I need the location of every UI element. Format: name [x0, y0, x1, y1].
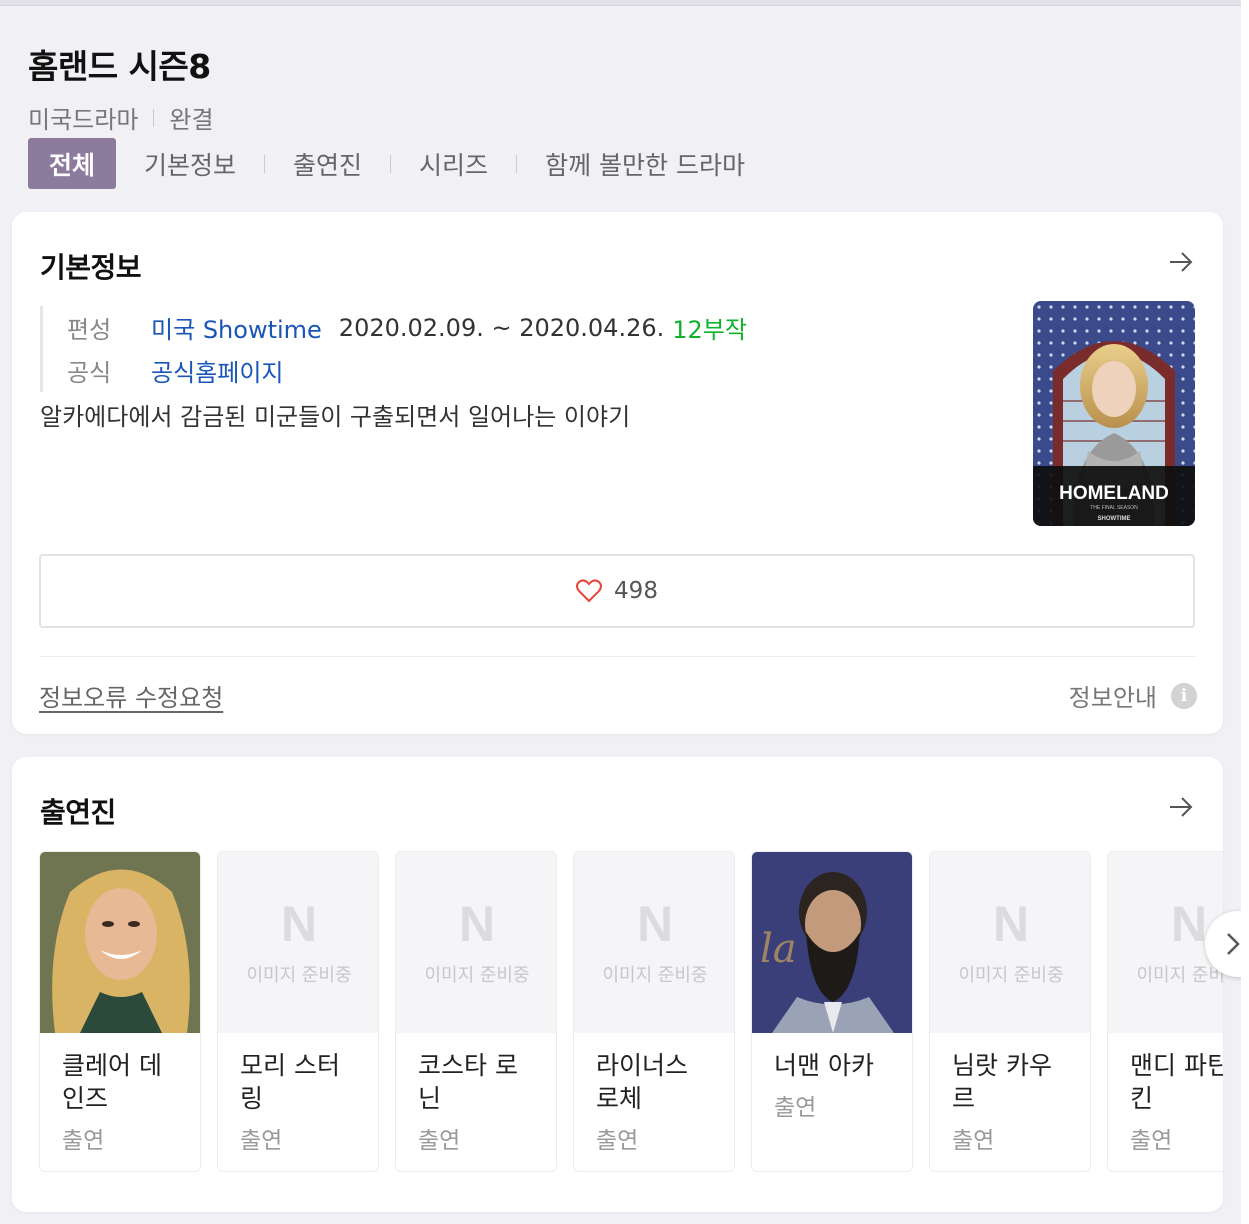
- tab-bar: 전체 기본정보 출연진 시리즈 함께 볼만한 드라마: [28, 138, 745, 189]
- tab-related-dramas[interactable]: 함께 볼만한 드라마: [545, 138, 745, 189]
- cast-member[interactable]: N 이미지 준비중 코스타 로닌 출연: [395, 851, 557, 1172]
- image-placeholder: N 이미지 준비중: [218, 852, 378, 1033]
- official-row: 공식 공식홈페이지: [67, 349, 747, 392]
- cast-name: 너맨 아카: [774, 1051, 874, 1080]
- cast-list: 클레어 데인즈 출연 N 이미지 준비중 모리 스터링 출연 N 이미지 준비중…: [39, 851, 1223, 1172]
- cast-role: 출연: [774, 1095, 817, 1121]
- cast-member[interactable]: N 이미지 준비중 맨디 파틴킨 출연: [1107, 851, 1223, 1172]
- image-placeholder: N 이미지 준비중: [930, 852, 1090, 1033]
- info-icon: i: [1171, 682, 1197, 709]
- naver-logo-icon: N: [636, 895, 674, 952]
- divider: [39, 656, 1195, 657]
- basic-info-title: 기본정보: [40, 251, 142, 284]
- page-title: 홈랜드 시즌8: [28, 47, 211, 86]
- arrow-right-icon[interactable]: [1167, 248, 1195, 276]
- homepage-link[interactable]: 공식홈페이지: [151, 353, 283, 388]
- tab-divider: [390, 154, 392, 173]
- poster-tagline: THE FINAL SEASON: [1090, 505, 1138, 511]
- svg-text:la: la: [760, 926, 797, 972]
- cast-name: 맨디 파틴킨: [1130, 1051, 1223, 1113]
- page-header: 홈랜드 시즌8 미국드라마 완결: [28, 40, 214, 135]
- placeholder-text: 이미지 준비중: [958, 964, 1064, 986]
- placeholder-text: 이미지 준비중: [246, 964, 352, 986]
- placeholder-text: 이미지 준비중: [602, 964, 708, 986]
- naver-logo-icon: N: [280, 895, 318, 952]
- cast-member[interactable]: 클레어 데인즈 출연: [39, 851, 201, 1172]
- tab-series[interactable]: 시리즈: [419, 138, 488, 189]
- cast-card: 출연진 클레어 데인즈 출연 N 이미지 준비중 모리 스터링 출연 N 이미지…: [12, 757, 1223, 1212]
- basic-info-card: 기본정보 편성 미국 Showtime 2020.02.09. ~ 2020.0…: [12, 212, 1223, 734]
- info-guide-label: 정보안내: [1068, 684, 1157, 712]
- broadcast-info: 편성 미국 Showtime 2020.02.09. ~ 2020.04.26.…: [40, 306, 747, 392]
- tab-divider: [264, 154, 266, 173]
- naver-logo-icon: N: [992, 895, 1030, 952]
- genre-label: 미국드라마: [28, 106, 139, 134]
- divider: [153, 108, 155, 127]
- poster-network: SHOWTIME: [1098, 516, 1131, 522]
- broadcast-period: 2020.02.09. ~ 2020.04.26.: [338, 313, 665, 342]
- like-button[interactable]: 498: [39, 554, 1195, 628]
- channel-link[interactable]: 미국 Showtime: [151, 310, 322, 345]
- cast-title: 출연진: [40, 796, 116, 829]
- naver-logo-icon: N: [1170, 895, 1208, 952]
- heart-icon: [576, 579, 603, 603]
- placeholder-text: 이미지 준비중: [1136, 964, 1223, 986]
- cast-member[interactable]: la 너맨 아카 출연: [751, 851, 913, 1172]
- image-placeholder: N 이미지 준비중: [574, 852, 734, 1033]
- cast-role: 출연: [62, 1128, 105, 1154]
- page-edge: [1241, 0, 1249, 1224]
- episode-count: 12부작: [672, 316, 747, 344]
- tab-divider: [516, 154, 518, 173]
- poster-logo: HOMELAND: [1059, 483, 1169, 504]
- actor-photo: [40, 852, 200, 1033]
- cast-name: 모리 스터링: [240, 1051, 340, 1113]
- cast-name: 라이너스 로체: [596, 1051, 689, 1113]
- poster-art: HOMELAND THE FINAL SEASON SHOWTIME: [1033, 301, 1195, 526]
- cast-role: 출연: [952, 1128, 995, 1154]
- tab-cast[interactable]: 출연진: [293, 138, 362, 189]
- cast-name: 님랏 카우르: [952, 1051, 1052, 1113]
- tab-basic-info[interactable]: 기본정보: [144, 138, 236, 189]
- cast-member[interactable]: N 이미지 준비중 님랏 카우르 출연: [929, 851, 1091, 1172]
- cast-role: 출연: [1130, 1128, 1173, 1154]
- cast-role: 출연: [418, 1128, 461, 1154]
- placeholder-text: 이미지 준비중: [424, 964, 530, 986]
- tab-all[interactable]: 전체: [28, 138, 117, 189]
- cast-member[interactable]: N 이미지 준비중 라이너스 로체 출연: [573, 851, 735, 1172]
- status-label: 완결: [169, 106, 214, 134]
- report-error-link[interactable]: 정보오류 수정요청: [39, 678, 223, 713]
- cast-member[interactable]: N 이미지 준비중 모리 스터링 출연: [217, 851, 379, 1172]
- synopsis: 알카에다에서 감금된 미군들이 구출되면서 일어나는 이야기: [40, 403, 631, 431]
- image-placeholder: N 이미지 준비중: [396, 852, 556, 1033]
- arrow-right-icon[interactable]: [1167, 793, 1195, 821]
- title-meta: 미국드라마 완결: [28, 100, 214, 135]
- cast-name: 코스타 로닌: [418, 1051, 518, 1113]
- naver-logo-icon: N: [458, 895, 496, 952]
- poster-image[interactable]: HOMELAND THE FINAL SEASON SHOWTIME: [1033, 301, 1195, 526]
- top-border: [0, 0, 1249, 6]
- chevron-right-icon: [1227, 933, 1240, 955]
- actor-photo: la: [752, 852, 912, 1033]
- info-guide-button[interactable]: 정보안내 i: [1069, 678, 1197, 713]
- broadcast-row: 편성 미국 Showtime 2020.02.09. ~ 2020.04.26.…: [67, 306, 747, 349]
- official-label: 공식: [67, 359, 112, 387]
- cast-role: 출연: [240, 1128, 283, 1154]
- like-count: 498: [614, 578, 658, 604]
- broadcast-label: 편성: [67, 316, 112, 344]
- cast-role: 출연: [596, 1128, 639, 1154]
- cast-name: 클레어 데인즈: [62, 1051, 162, 1113]
